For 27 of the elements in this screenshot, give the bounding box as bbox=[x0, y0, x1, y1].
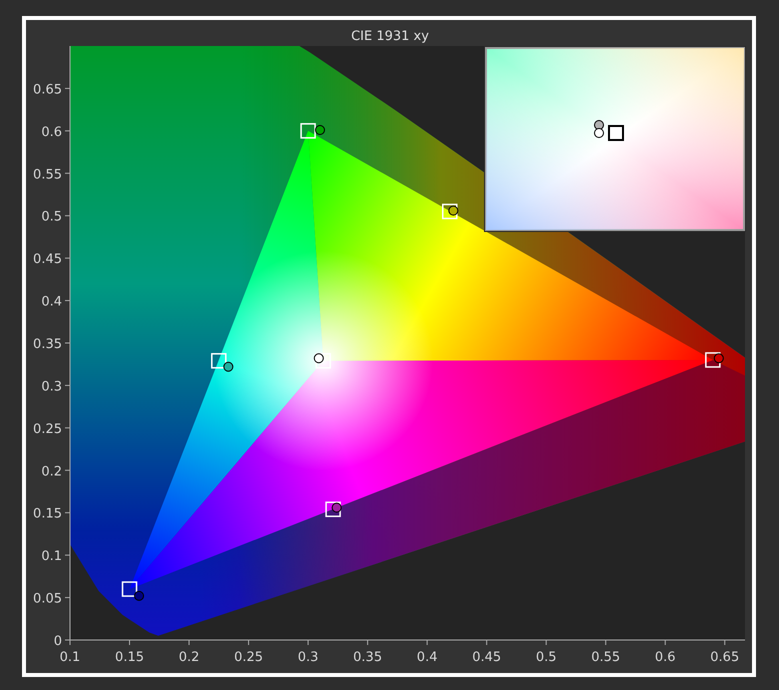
x-tick-label: 0.35 bbox=[353, 650, 382, 665]
x-tick-label: 0.2 bbox=[178, 650, 200, 665]
y-tick-label: 0.6 bbox=[41, 124, 62, 140]
y-tick-label: 0.25 bbox=[33, 422, 62, 437]
x-tick-label: 0.1 bbox=[60, 650, 80, 665]
x-tick-label: 0.55 bbox=[591, 650, 620, 665]
x-tick-label: 0.5 bbox=[536, 650, 557, 665]
x-tick-label: 0.45 bbox=[472, 650, 502, 665]
x-tick-label: 0.15 bbox=[115, 650, 144, 665]
y-tick-label: 0.4 bbox=[41, 294, 62, 310]
x-tick-label: 0.3 bbox=[298, 650, 318, 665]
x-tick-label: 0.65 bbox=[710, 650, 740, 665]
y-tick-label: 0 bbox=[54, 634, 62, 649]
y-tick-label: 0.2 bbox=[41, 464, 62, 480]
y-tick-label: 0.1 bbox=[41, 549, 62, 564]
y-tick-label: 0.05 bbox=[33, 592, 62, 607]
x-tick-label: 0.25 bbox=[234, 650, 264, 665]
y-tick-label: 0.15 bbox=[33, 506, 62, 522]
x-tick-label: 0.4 bbox=[416, 650, 438, 665]
chart-title: CIE 1931 xy bbox=[351, 29, 429, 44]
y-tick-label: 0.55 bbox=[33, 167, 62, 182]
x-tick-label: 0.6 bbox=[654, 650, 676, 665]
y-tick-label: 0.45 bbox=[33, 252, 62, 268]
y-tick-label: 0.65 bbox=[33, 82, 62, 98]
y-tick-label: 0.5 bbox=[41, 210, 62, 225]
y-tick-label: 0.35 bbox=[33, 337, 62, 352]
y-tick-label: 0.3 bbox=[41, 379, 62, 394]
